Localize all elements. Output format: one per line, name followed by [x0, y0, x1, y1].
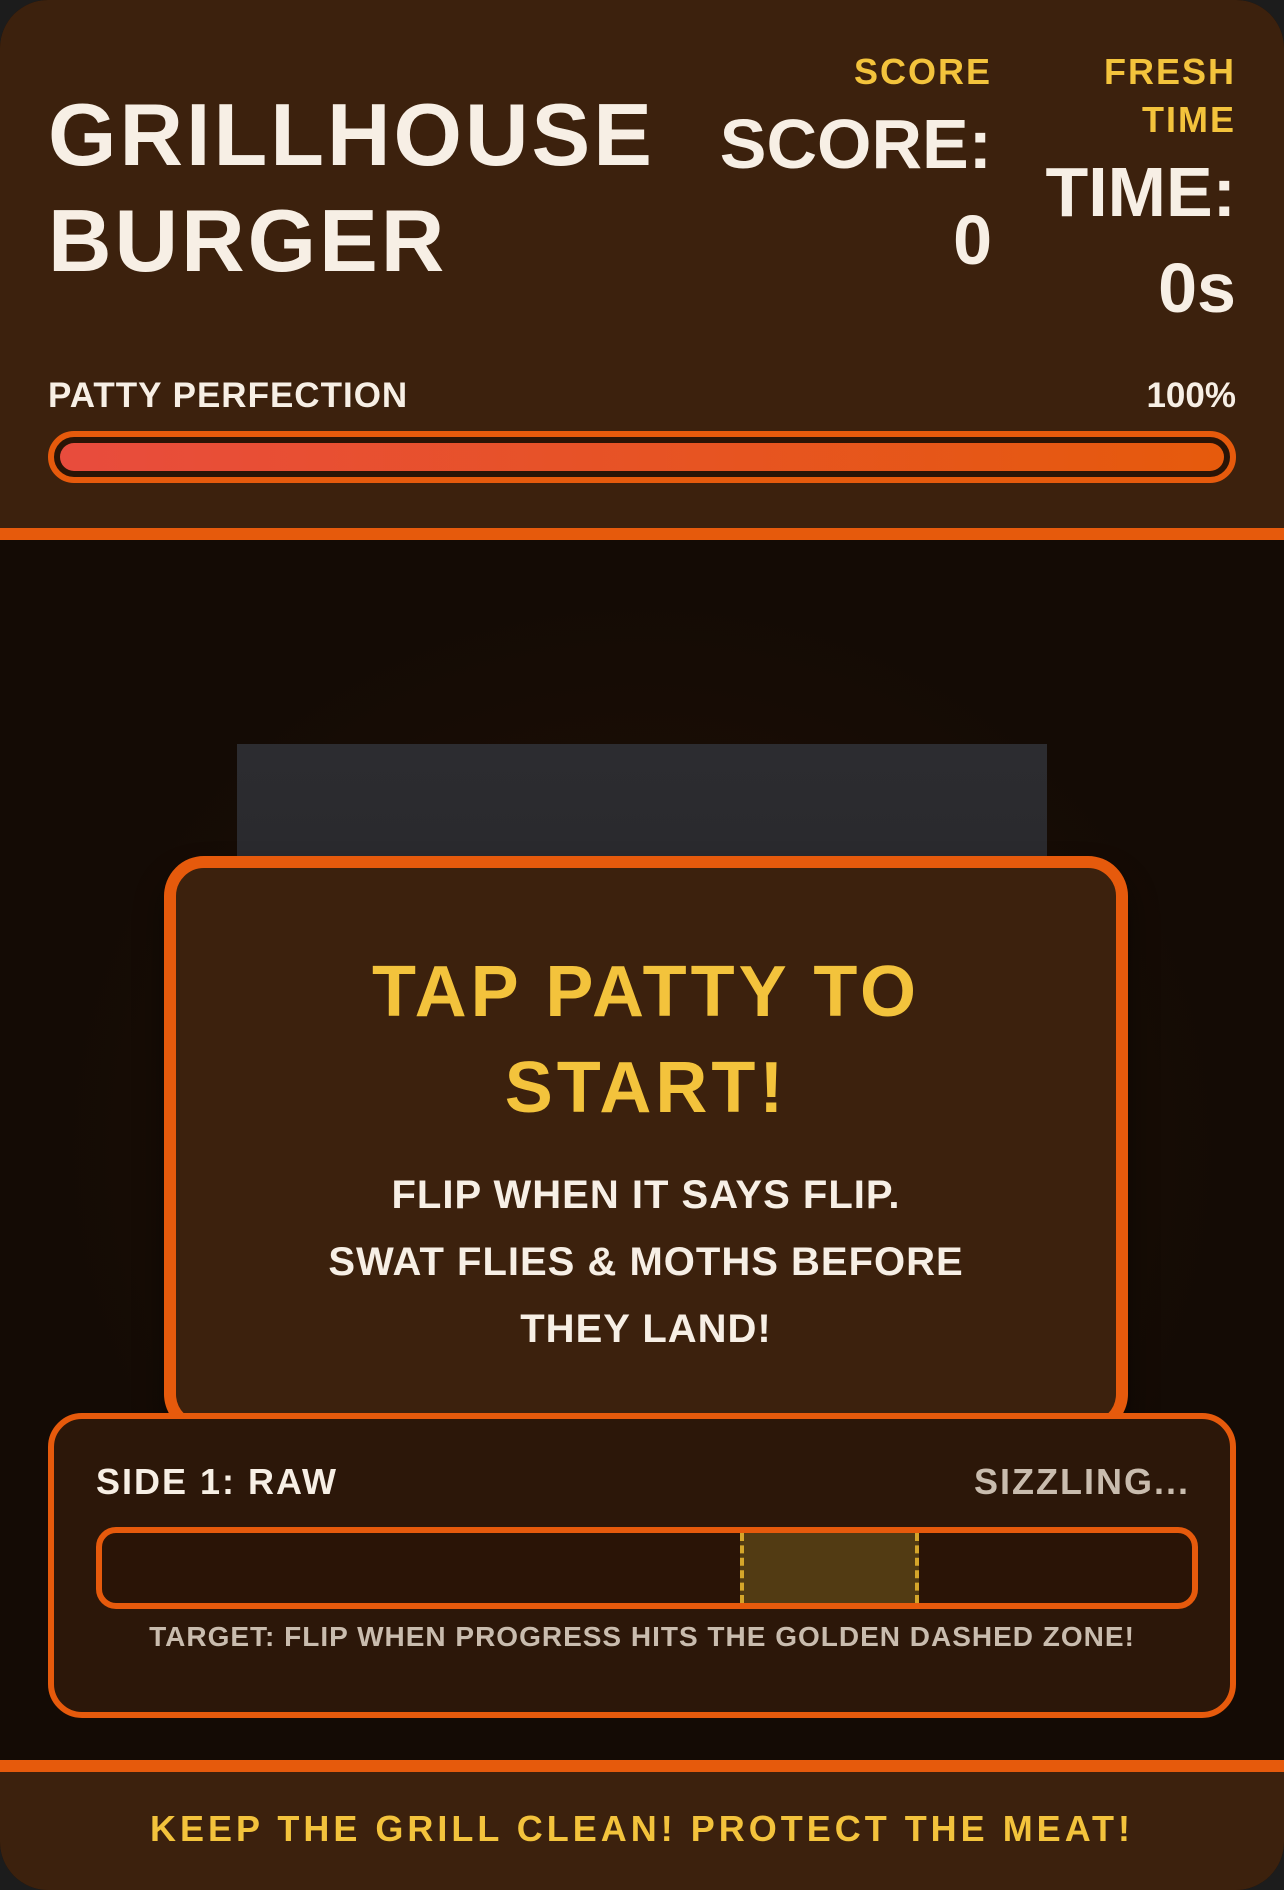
fresh-time-label-2: TIME: [1142, 99, 1236, 140]
golden-target-zone: [739, 1533, 920, 1603]
fresh-time-label-1: FRESH: [1103, 51, 1236, 92]
patty-perfection-fill: [60, 443, 1224, 471]
score-value: 0: [953, 201, 992, 279]
flip-panel: SIDE 1: RAW SIZZLING... TARGET: FLIP WHE…: [48, 1413, 1236, 1718]
flip-progress-bar: [96, 1527, 1198, 1609]
game-container: GRILLHOUSE BURGER SCORE SCORE: 0 FRESH T…: [0, 0, 1284, 1890]
patty-perfection-value: 100%: [1146, 376, 1236, 415]
score-heading: SCORE:: [719, 105, 992, 183]
target-hint: TARGET: FLIP WHEN PROGRESS HITS THE GOLD…: [149, 1621, 1135, 1652]
modal-title-line-2: START!: [504, 1048, 788, 1128]
game-title: GRILLHOUSE BURGER: [48, 82, 655, 294]
time-heading: TIME:: [1045, 153, 1236, 231]
patty-perfection-label: PATTY PERFECTION: [48, 376, 409, 415]
instruction-line-2: SWAT FLIES & MOTHS BEFORE: [328, 1240, 964, 1284]
modal-title-line-1: TAP PATTY TO: [371, 952, 921, 1032]
footer-divider: [0, 1760, 1284, 1772]
start-modal[interactable]: TAP PATTY TO START! FLIP WHEN IT SAYS FL…: [164, 856, 1128, 1434]
title-line-2: BURGER: [48, 191, 448, 290]
sizzle-status: SIZZLING...: [974, 1461, 1190, 1502]
footer-text: KEEP THE GRILL CLEAN! PROTECT THE MEAT!: [149, 1808, 1135, 1849]
score-label: SCORE: [853, 51, 992, 92]
time-value: 0s: [1158, 249, 1236, 327]
instruction-line-1: FLIP WHEN IT SAYS FLIP.: [391, 1173, 901, 1217]
patty-perfection-bar: [48, 431, 1236, 483]
start-modal-title: TAP PATTY TO START!: [176, 944, 1116, 1136]
title-line-1: GRILLHOUSE: [48, 85, 655, 184]
score-display: SCORE SCORE: 0: [662, 48, 992, 288]
game-footer: KEEP THE GRILL CLEAN! PROTECT THE MEAT!: [0, 1772, 1284, 1890]
header-divider: [0, 528, 1284, 540]
game-header: GRILLHOUSE BURGER SCORE SCORE: 0 FRESH T…: [0, 0, 1284, 528]
start-modal-instructions: FLIP WHEN IT SAYS FLIP. SWAT FLIES & MOT…: [176, 1162, 1116, 1363]
side-label: SIDE 1: RAW: [96, 1461, 339, 1502]
instruction-line-3: THEY LAND!: [520, 1307, 772, 1351]
fresh-time-display: FRESH TIME TIME: 0s: [1006, 48, 1236, 336]
